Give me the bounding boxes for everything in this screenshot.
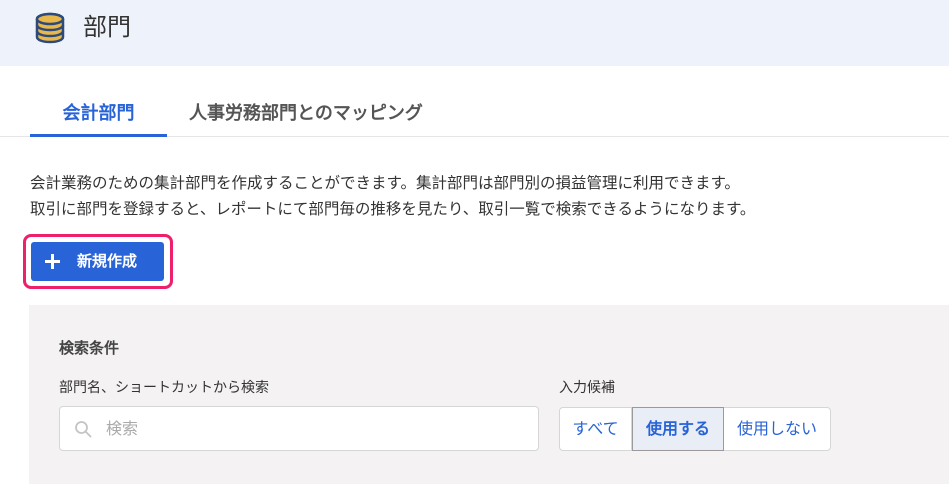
create-new-button-label: 新規作成 <box>77 252 138 270</box>
create-new-button[interactable]: 新規作成 <box>31 242 164 281</box>
filter-not-in-use-button[interactable]: 使用しない <box>724 407 831 451</box>
filter-in-use-button[interactable]: 使用する <box>632 407 724 451</box>
search-panel-title: 検索条件 <box>59 339 120 357</box>
tab-bar: 会計部門 人事労務部門とのマッピング <box>0 96 949 137</box>
search-box[interactable] <box>59 406 539 451</box>
filter-label: 入力候補 <box>559 380 615 396</box>
page-header: 部門 <box>0 0 949 66</box>
plus-icon <box>45 254 60 269</box>
search-panel: 検索条件 部門名、ショートカットから検索 入力候補 すべて 使用する 使用しない <box>29 305 949 484</box>
database-icon <box>35 12 65 44</box>
search-field-label: 部門名、ショートカットから検索 <box>59 380 269 396</box>
search-icon <box>75 421 92 438</box>
tab-hr-department-mapping[interactable]: 人事労務部門とのマッピング <box>189 96 451 137</box>
tab-accounting-departments[interactable]: 会計部門 <box>30 96 167 137</box>
search-input[interactable] <box>106 408 526 449</box>
page-title: 部門 <box>83 13 131 41</box>
description-line-2: 取引に部門を登録すると、レポートにて部門毎の推移を見たり、取引一覧で検索できるよ… <box>30 200 756 218</box>
filter-all-button[interactable]: すべて <box>559 407 632 451</box>
description-line-1: 会計業務のための集計部門を作成することができます。集計部門は部門別の損益管理に利… <box>30 174 740 192</box>
